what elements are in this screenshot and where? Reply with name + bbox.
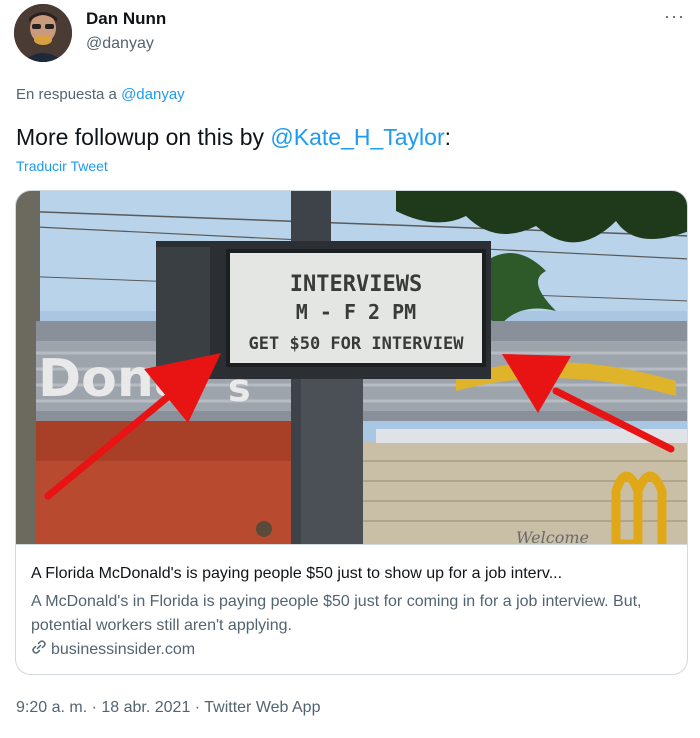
- avatar[interactable]: [14, 4, 72, 62]
- welcome-text: Welcome: [516, 528, 589, 544]
- tweet-text: More followup on this by @Kate_H_Taylor:: [16, 124, 451, 151]
- card-title[interactable]: A Florida McDonald's is paying people $5…: [31, 565, 676, 583]
- link-icon: [31, 639, 47, 660]
- tweet-mention-link[interactable]: @Kate_H_Taylor: [270, 124, 444, 150]
- card-domain-text: businessinsider.com: [51, 640, 196, 658]
- author-handle[interactable]: @danyay: [86, 35, 154, 53]
- tweet-text-before: More followup on this by: [16, 124, 271, 150]
- card-domain[interactable]: businessinsider.com: [31, 639, 195, 660]
- reply-prefix: En respuesta a: [16, 86, 117, 103]
- tweet-timestamp[interactable]: 9:20 a. m. · 18 abr. 2021 · Twitter Web …: [16, 699, 320, 717]
- card-divider: [16, 544, 687, 545]
- tweet-text-after: :: [444, 124, 452, 150]
- sign-line-3: GET $50 FOR INTERVIEW: [249, 334, 465, 354]
- avatar-image: [14, 4, 72, 62]
- more-options-icon[interactable]: ···: [664, 6, 685, 27]
- card-image[interactable]: Dona s INTERVIEWS M - F 2 PM GET $50 FOR…: [16, 191, 687, 544]
- author-name[interactable]: Dan Nunn: [86, 9, 166, 29]
- card-description: A McDonald's in Florida is paying people…: [31, 593, 642, 634]
- translate-tweet-link[interactable]: Traducir Tweet: [16, 158, 108, 174]
- sign-line-1: INTERVIEWS: [290, 272, 422, 297]
- link-card[interactable]: Dona s INTERVIEWS M - F 2 PM GET $50 FOR…: [15, 190, 688, 675]
- sign-line-2: M - F 2 PM: [296, 300, 416, 324]
- reply-handle-link[interactable]: @danyay: [121, 86, 185, 103]
- mcdonalds-sign-photo: Dona s INTERVIEWS M - F 2 PM GET $50 FOR…: [16, 191, 687, 544]
- reply-context: En respuesta a @danyay: [16, 86, 185, 103]
